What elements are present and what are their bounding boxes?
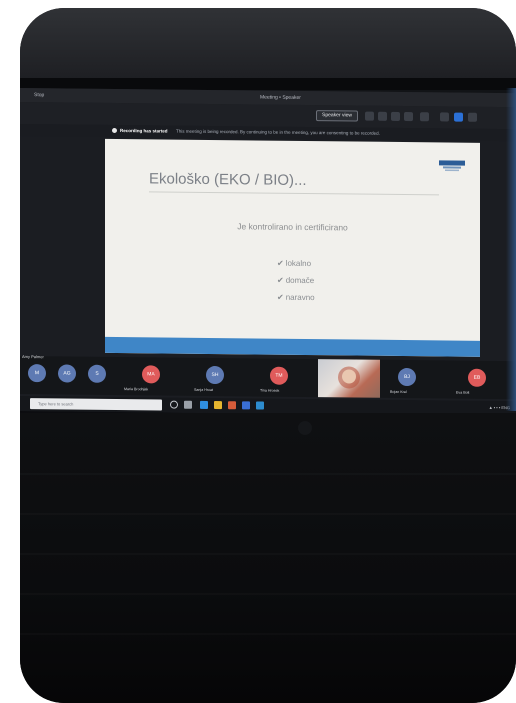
avatar[interactable]: TM: [270, 366, 288, 385]
key-row: [20, 473, 516, 475]
participant-name: Eva Bolt: [456, 390, 470, 395]
laptop-screen: Stop Meeting • Speaker Speaker view Reco…: [20, 88, 516, 417]
organization-logo-icon: [439, 160, 465, 172]
titlebar-label[interactable]: Stop: [34, 92, 44, 98]
participants-icon[interactable]: [378, 111, 387, 121]
reactions-icon[interactable]: [404, 112, 413, 122]
background-wall: [20, 8, 516, 86]
zoom-icon[interactable]: [242, 401, 250, 410]
key-row: [20, 633, 516, 635]
bullet-text: naravno: [285, 292, 315, 303]
avatar[interactable]: AG: [58, 364, 76, 383]
slide-bullet-list: ✔ lokalno ✔ domače ✔ naravno: [277, 259, 315, 310]
avatar[interactable]: EB: [468, 368, 486, 387]
minimize-icon[interactable]: [420, 112, 429, 122]
teams-icon[interactable]: [256, 401, 264, 410]
participant-strip: Amy Palmer M AG S MA Maria Brodnjak SH S…: [20, 354, 516, 400]
avatar[interactable]: SH: [206, 365, 224, 385]
slide-divider: [149, 191, 439, 196]
recording-title: Recording has started: [120, 128, 168, 134]
taskbar-search-input[interactable]: Type here to search: [30, 398, 162, 411]
video-face: [342, 369, 356, 384]
cortana-icon[interactable]: [170, 400, 178, 409]
webcam-icon: [298, 421, 312, 435]
avatar[interactable]: M: [28, 364, 46, 383]
check-icon: ✔: [277, 292, 284, 302]
participant-label: Amy Palmer: [22, 354, 44, 360]
share-icon[interactable]: [391, 111, 400, 121]
edge-icon[interactable]: [200, 400, 208, 409]
record-icon[interactable]: [440, 112, 449, 122]
screen-edge-glow: [506, 88, 516, 411]
slide-title: Ekološko (EKO / BIO)...: [149, 170, 307, 190]
list-item: ✔ lokalno: [277, 259, 315, 268]
avatar[interactable]: MA: [142, 365, 160, 384]
slide-subtitle: Je kontrolirano in certificirano: [237, 221, 348, 233]
slide-footer-bar: [105, 336, 480, 357]
avatar[interactable]: BJ: [398, 367, 416, 387]
participant-name: Bojan Kral: [390, 389, 407, 395]
participant-name: Tina Hrosek: [260, 388, 280, 393]
bullet-text: domače: [285, 275, 315, 286]
task-view-icon[interactable]: [184, 400, 192, 409]
key-row: [20, 553, 516, 555]
key-row: [20, 593, 516, 595]
participant-name: Sanja Hroat: [194, 387, 213, 393]
participant-video-tile[interactable]: [318, 359, 380, 398]
file-explorer-icon[interactable]: [214, 401, 222, 410]
video-icon[interactable]: [454, 112, 463, 122]
shared-slide: Ekološko (EKO / BIO)... Je kontrolirano …: [105, 138, 480, 357]
photo-frame: Stop Meeting • Speaker Speaker view Reco…: [20, 8, 516, 703]
recording-text: This meeting is being recorded. By conti…: [176, 128, 380, 136]
leave-icon[interactable]: [468, 112, 477, 122]
avatar[interactable]: S: [88, 364, 106, 383]
laptop-keyboard-deck: [20, 413, 516, 703]
check-icon: ✔: [277, 275, 284, 285]
list-item: ✔ naravno: [277, 293, 315, 302]
chrome-icon[interactable]: [228, 401, 236, 410]
check-icon: ✔: [277, 258, 284, 268]
key-row: [20, 513, 516, 515]
participant-name: Maria Brodnjak: [124, 387, 149, 392]
list-item: ✔ domače: [277, 276, 315, 285]
recording-icon: [112, 127, 117, 134]
bullet-text: lokalno: [285, 258, 312, 269]
window-title: Meeting • Speaker: [260, 94, 301, 101]
speaker-view-button[interactable]: Speaker view: [316, 110, 359, 122]
chat-icon[interactable]: [365, 111, 374, 121]
